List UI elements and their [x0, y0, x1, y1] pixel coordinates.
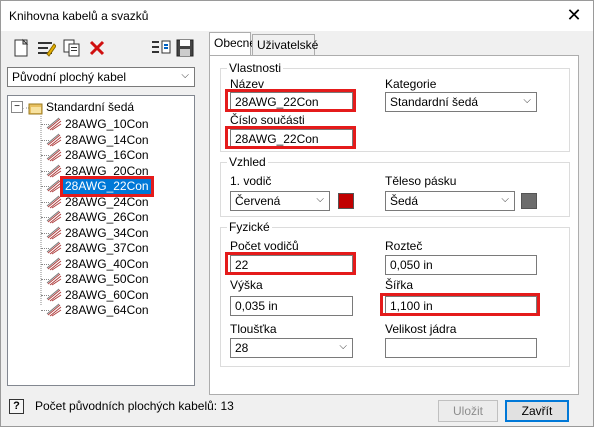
ribbon-cable-icon	[46, 179, 62, 193]
tree-item[interactable]: 28AWG_37Con	[63, 241, 151, 256]
tree-item[interactable]: 28AWG_10Con	[63, 117, 151, 132]
conductor-count-label: Počet vodičů	[230, 239, 299, 253]
tree-item[interactable]: 28AWG_14Con	[63, 133, 151, 148]
delete-icon[interactable]	[87, 38, 107, 58]
ribbon-cable-icon	[46, 257, 62, 270]
pitch-label: Rozteč	[385, 239, 423, 253]
ribbon-cable-icon	[46, 133, 62, 146]
tree-item[interactable]: 28AWG_34Con	[63, 226, 151, 241]
cable-tree[interactable]: − Standardní šedá 28AWG_10Con 28AWG_14Con…	[7, 95, 195, 386]
core-size-field[interactable]	[385, 338, 537, 358]
chevron-down-icon: ⌵	[523, 95, 531, 106]
save-button[interactable]: Uložit	[438, 400, 498, 422]
import-icon[interactable]	[151, 38, 171, 58]
tape-label: Těleso pásku	[385, 174, 457, 188]
title-bar: Knihovna kabelů a svazků ✕	[1, 1, 593, 31]
thickness-value: 28	[235, 341, 249, 355]
part-number-highlight	[225, 126, 356, 149]
category-select[interactable]: Standardní šedá ⌵	[385, 92, 537, 112]
help-icon[interactable]: ?	[9, 399, 24, 414]
collapse-icon[interactable]: −	[11, 101, 23, 113]
status-text: Počet původních plochých kabelů: 13	[35, 399, 234, 413]
thickness-select[interactable]: 28 ⌵	[230, 338, 353, 358]
edit-icon[interactable]	[36, 38, 56, 58]
ribbon-cable-icon	[46, 288, 62, 301]
appearance-group-label: Vzhled	[227, 155, 268, 169]
tree-root-label[interactable]: Standardní šedá	[46, 100, 134, 115]
tree-item[interactable]: 28AWG_64Con	[63, 303, 151, 318]
tape-color-select[interactable]: Šedá ⌵	[385, 191, 515, 211]
save-icon[interactable]	[175, 38, 195, 58]
tab-user[interactable]: Uživatelské	[252, 34, 318, 55]
name-highlight	[225, 89, 356, 112]
cable-type-value: Původní plochý kabel	[12, 70, 127, 84]
ribbon-cable-icon	[46, 303, 62, 317]
chevron-down-icon: ⌵	[316, 194, 324, 205]
window-title: Knihovna kabelů a svazků	[9, 9, 149, 23]
folder-icon	[28, 103, 43, 115]
cable-type-select[interactable]: Původní plochý kabel ⌵	[7, 67, 195, 87]
category-value: Standardní šedá	[390, 95, 479, 109]
properties-group-label: Vlastnosti	[227, 61, 284, 75]
close-button[interactable]: Zavřít	[505, 400, 569, 422]
width-label: Šířka	[385, 278, 414, 292]
tree-item[interactable]: 28AWG_26Con	[63, 210, 151, 225]
tree-item[interactable]: 28AWG_16Con	[63, 148, 151, 163]
ribbon-cable-icon	[46, 272, 62, 286]
tree-item[interactable]: 28AWG_24Con	[63, 195, 151, 210]
new-icon[interactable]	[11, 38, 31, 58]
physical-group-label: Fyzické	[227, 220, 272, 234]
wire1-color-swatch[interactable]	[338, 193, 354, 209]
tree-item[interactable]: 28AWG_60Con	[63, 288, 151, 303]
ribbon-cable-icon	[46, 164, 62, 177]
ribbon-cable-icon	[46, 148, 62, 162]
wire1-label: 1. vodič	[230, 174, 272, 188]
ribbon-cable-icon	[46, 226, 62, 239]
thickness-label: Tloušťka	[230, 322, 277, 336]
tab-general[interactable]: Obecné	[209, 32, 256, 55]
chevron-down-icon: ⌵	[339, 341, 347, 352]
ribbon-cable-icon	[46, 195, 62, 208]
core-size-label: Velikost jádra	[385, 322, 457, 336]
cable-library-dialog: Knihovna kabelů a svazků ✕ Původní ploch…	[0, 0, 594, 427]
ribbon-cable-icon	[46, 117, 62, 131]
width-highlight	[380, 293, 540, 316]
category-label: Kategorie	[385, 77, 437, 91]
tape-color-swatch[interactable]	[521, 193, 537, 209]
copy-icon[interactable]	[62, 38, 82, 58]
general-tab-panel: Vlastnosti Název 28AWG_22Con Kategorie S…	[209, 55, 579, 395]
conductor-count-highlight	[225, 252, 356, 275]
height-label: Výška	[230, 278, 263, 292]
chevron-down-icon: ⌵	[501, 194, 509, 205]
pitch-field[interactable]: 0,050 in	[385, 255, 537, 275]
part-number-label: Číslo součásti	[230, 113, 305, 127]
tree-item[interactable]: 28AWG_50Con	[63, 272, 151, 287]
height-field[interactable]: 0,035 in	[230, 296, 353, 316]
chevron-down-icon: ⌵	[181, 70, 189, 81]
tree-item[interactable]: 28AWG_40Con	[63, 257, 151, 272]
ribbon-cable-icon	[46, 210, 62, 224]
close-icon[interactable]: ✕	[563, 4, 585, 26]
tape-color-value: Šedá	[390, 194, 419, 208]
tree-item[interactable]: 28AWG_22Con	[60, 176, 154, 197]
ribbon-cable-icon	[46, 241, 62, 255]
wire1-color-select[interactable]: Červená ⌵	[230, 191, 330, 211]
tree-item[interactable]: 28AWG_20Con	[63, 164, 151, 179]
wire1-color-value: Červená	[235, 194, 281, 208]
